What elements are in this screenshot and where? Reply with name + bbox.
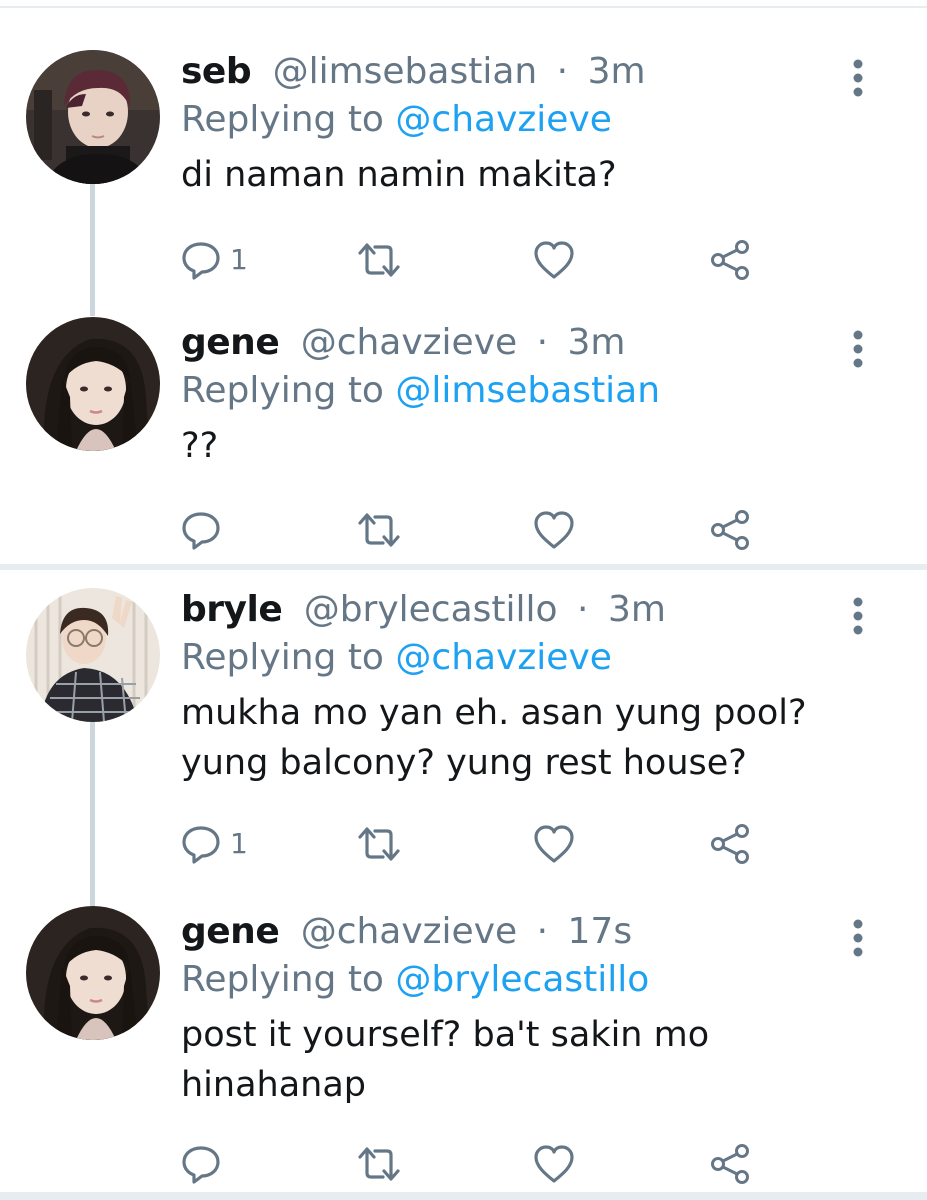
replying-to-link[interactable]: @limsebastian — [395, 370, 660, 411]
like-button[interactable] — [532, 505, 576, 555]
tweet-gene[interactable]: gene @chavzieve · 3m Replying to @limseb… — [0, 317, 927, 557]
user-handle[interactable]: @limsebastian — [273, 51, 538, 92]
share-icon — [711, 240, 749, 280]
tweet-seb[interactable]: seb @limsebastian · 3m Replying to @chav… — [0, 46, 927, 296]
tweet-text: ?? — [181, 426, 219, 466]
tweet-text: mukha mo yan eh. asan yung pool? yung ba… — [181, 693, 807, 783]
replying-to-link[interactable]: @chavzieve — [395, 637, 611, 678]
avatar-gene-image — [26, 317, 160, 451]
reply-count: 1 — [230, 243, 248, 276]
avatar-bryle[interactable] — [26, 588, 160, 722]
more-vertical-icon[interactable] — [848, 596, 868, 636]
display-name[interactable]: bryle — [181, 589, 283, 630]
reply-button[interactable] — [180, 1139, 230, 1189]
replying-to-prefix: Replying to — [181, 959, 384, 1000]
tweet-header: gene @chavzieve · 3m — [181, 317, 626, 369]
timestamp[interactable]: 3m — [608, 589, 666, 630]
reply-button[interactable] — [180, 505, 230, 555]
replying-to-prefix: Replying to — [181, 370, 384, 411]
share-icon — [711, 824, 749, 864]
share-button[interactable] — [708, 819, 752, 869]
like-icon — [534, 241, 574, 279]
avatar-gene[interactable] — [26, 906, 160, 1040]
reply-icon — [182, 826, 220, 864]
retweet-icon — [358, 513, 400, 547]
header-separator: · — [536, 911, 549, 952]
retweet-button[interactable] — [356, 505, 402, 555]
like-button[interactable] — [532, 1139, 576, 1189]
reply-button[interactable]: 1 — [180, 819, 248, 869]
top-divider — [0, 0, 927, 8]
more-vertical-icon[interactable] — [848, 918, 868, 958]
tweet-header: gene @chavzieve · 17s — [181, 906, 632, 958]
replying-to-line: Replying to @chavzieve — [181, 94, 612, 146]
thread-1: seb @limsebastian · 3m Replying to @chav… — [0, 8, 927, 564]
reply-icon — [182, 1146, 220, 1184]
header-separator: · — [577, 589, 589, 630]
more-vertical-icon[interactable] — [848, 58, 868, 98]
retweet-icon — [358, 243, 400, 277]
display-name[interactable]: gene — [181, 322, 280, 363]
reply-count: 1 — [230, 827, 248, 860]
retweet-button[interactable] — [356, 1139, 402, 1189]
thread-2: bryle @brylecastillo · 3m Replying to @c… — [0, 570, 927, 1192]
tweet-text: post it yourself? ba't sakin mo hinahana… — [181, 1015, 710, 1105]
like-icon — [534, 825, 574, 863]
share-button[interactable] — [708, 1139, 752, 1189]
display-name[interactable]: gene — [181, 911, 280, 952]
tweet-bryle[interactable]: bryle @brylecastillo · 3m Replying to @c… — [0, 584, 927, 884]
replying-to-prefix: Replying to — [181, 637, 384, 678]
tweet-actions: 1 — [180, 819, 780, 869]
replying-to-line: Replying to @chavzieve — [181, 632, 612, 684]
replying-to-link[interactable]: @brylecastillo — [395, 959, 649, 1000]
avatar-seb[interactable] — [26, 50, 160, 184]
header-separator: · — [536, 322, 549, 363]
timestamp[interactable]: 17s — [568, 911, 633, 952]
bottom-divider — [0, 1192, 927, 1200]
replying-to-link[interactable]: @chavzieve — [395, 99, 611, 140]
like-icon — [534, 511, 574, 549]
replying-to-line: Replying to @brylecastillo — [181, 954, 649, 1006]
user-handle[interactable]: @chavzieve — [301, 322, 517, 363]
more-vertical-icon[interactable] — [848, 329, 868, 369]
share-icon — [711, 510, 749, 550]
user-handle[interactable]: @brylecastillo — [304, 589, 558, 630]
avatar-seb-image — [26, 50, 160, 184]
like-icon — [534, 1145, 574, 1183]
avatar-bryle-image — [26, 588, 160, 722]
share-button[interactable] — [708, 235, 752, 285]
retweet-icon — [358, 827, 400, 861]
timestamp[interactable]: 3m — [588, 51, 646, 92]
timestamp[interactable]: 3m — [568, 322, 626, 363]
reply-icon — [182, 512, 220, 550]
reply-icon — [182, 242, 220, 280]
tweet-text: di naman namin makita? — [181, 155, 617, 195]
retweet-button[interactable] — [356, 235, 402, 285]
header-separator: · — [556, 51, 569, 92]
tweet-header: seb @limsebastian · 3m — [181, 46, 646, 98]
user-handle[interactable]: @chavzieve — [301, 911, 517, 952]
display-name[interactable]: seb — [181, 51, 252, 92]
avatar-gene-image — [26, 906, 160, 1040]
replying-to-prefix: Replying to — [181, 99, 384, 140]
like-button[interactable] — [532, 235, 576, 285]
tweet-actions — [180, 1139, 780, 1189]
retweet-button[interactable] — [356, 819, 402, 869]
replying-to-line: Replying to @limsebastian — [181, 365, 660, 417]
tweet-gene-2[interactable]: gene @chavzieve · 17s Replying to @bryle… — [0, 906, 927, 1192]
tweet-actions: 1 — [180, 235, 780, 285]
tweet-header: bryle @brylecastillo · 3m — [181, 584, 666, 636]
share-icon — [711, 1144, 749, 1184]
like-button[interactable] — [532, 819, 576, 869]
reply-button[interactable]: 1 — [180, 235, 248, 285]
tweet-actions — [180, 505, 780, 555]
share-button[interactable] — [708, 505, 752, 555]
retweet-icon — [358, 1147, 400, 1181]
avatar-gene[interactable] — [26, 317, 160, 451]
